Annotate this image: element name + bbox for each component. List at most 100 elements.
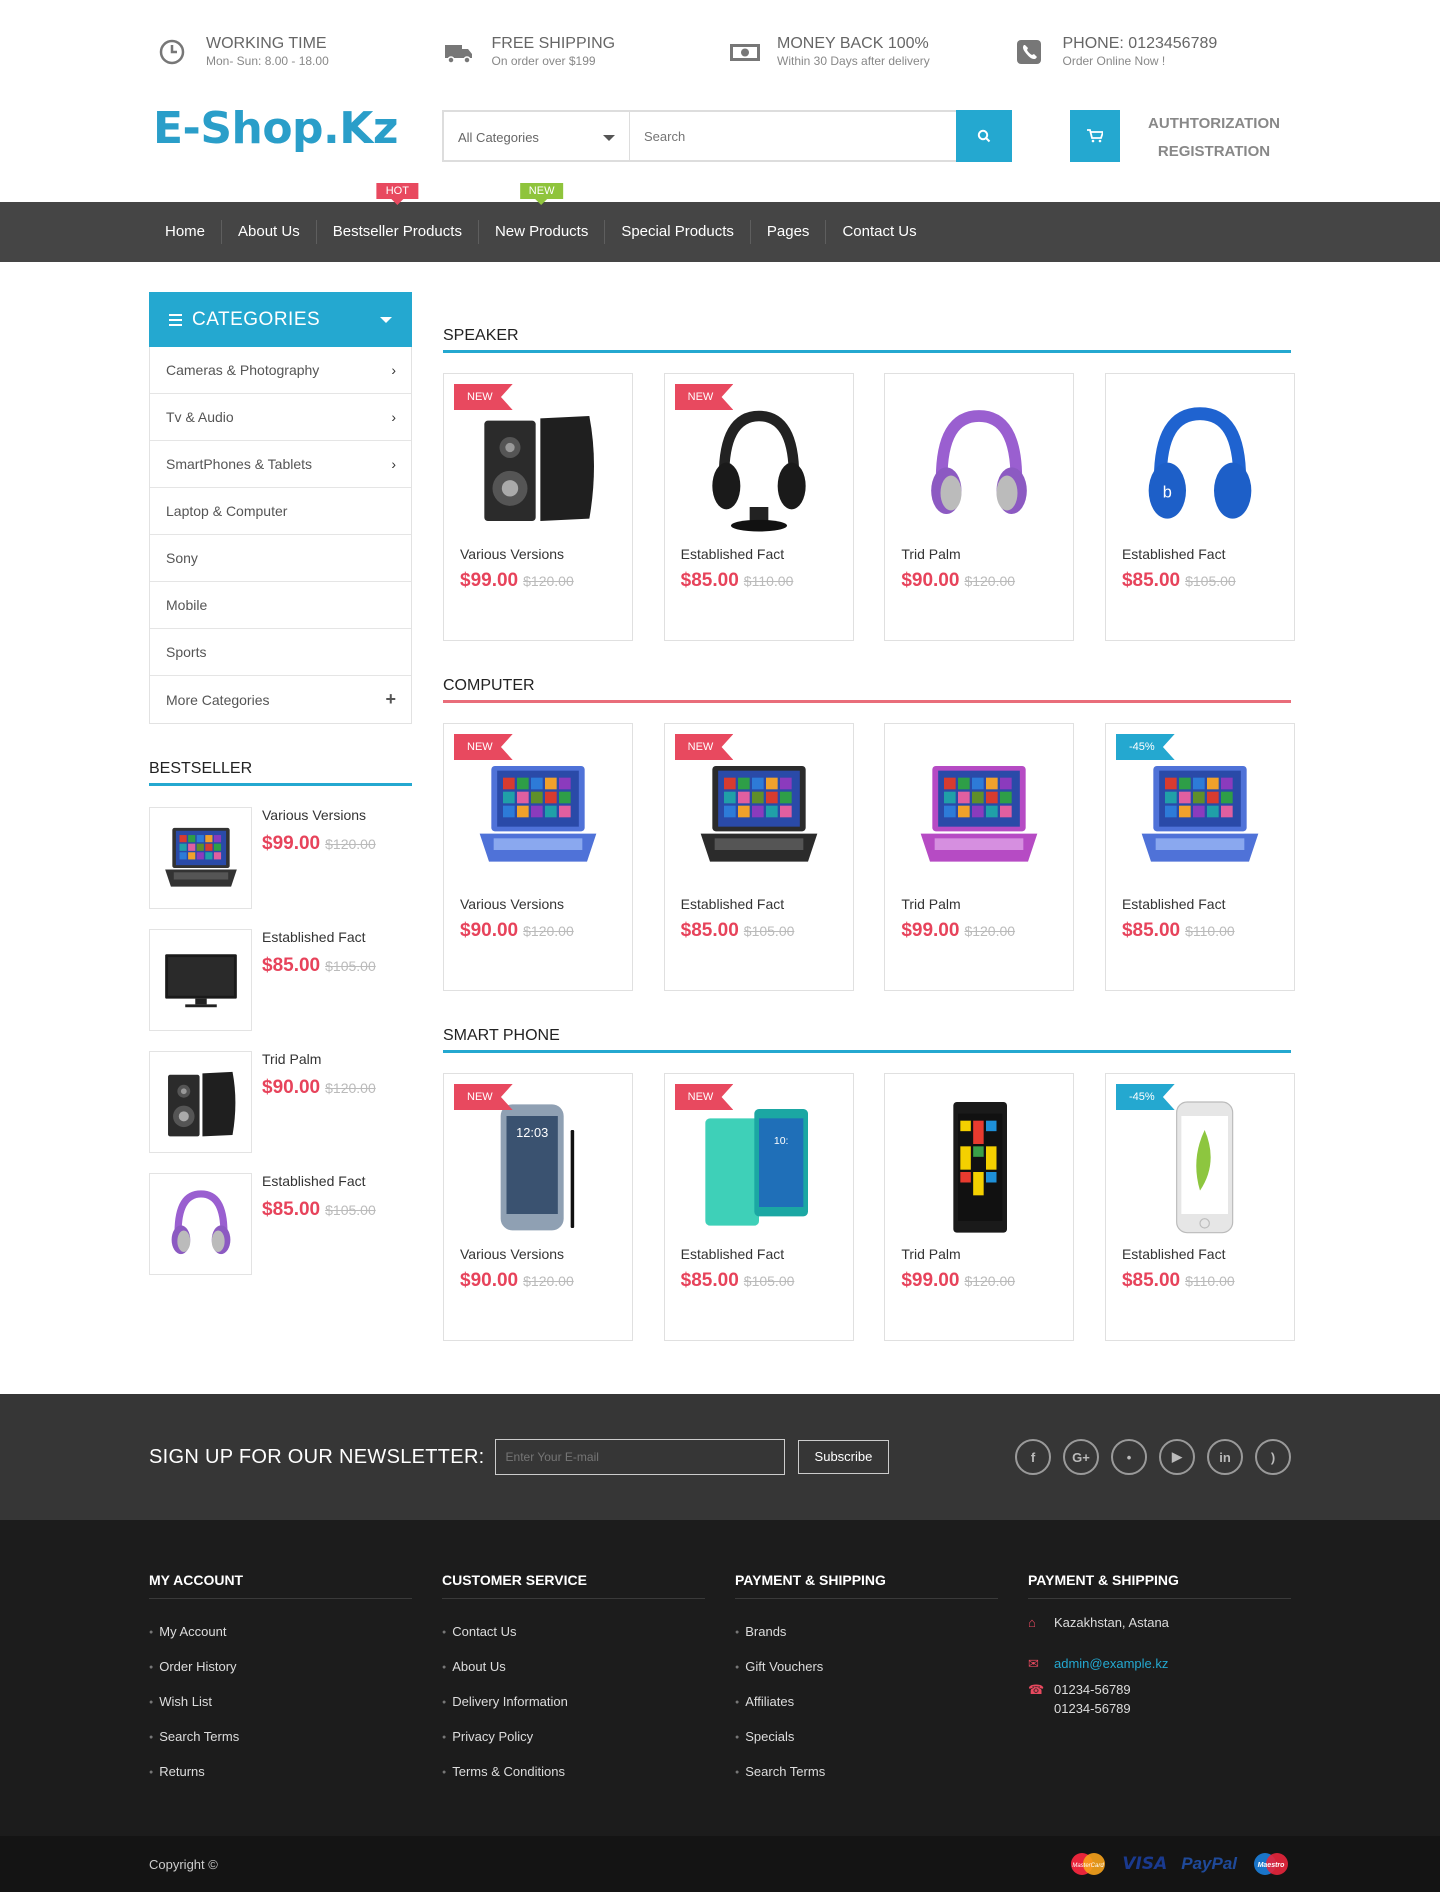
category-item[interactable]: Tv & Audio ›: [150, 394, 411, 441]
product-name[interactable]: Trid Palm: [885, 546, 1073, 562]
product-card[interactable]: NEW Established Fact $85.00 $110.00: [663, 373, 854, 641]
product-name[interactable]: Established Fact: [665, 896, 853, 912]
product-name[interactable]: Various Versions: [444, 1246, 632, 1262]
product-name[interactable]: Various Versions: [444, 896, 632, 912]
nav-item-home[interactable]: Home: [149, 220, 223, 244]
product-image[interactable]: [885, 1074, 1073, 1244]
category-item[interactable]: Sports: [150, 629, 411, 676]
nav-item-new-products[interactable]: New Products NEW: [479, 183, 606, 244]
product-name[interactable]: Established Fact: [262, 929, 376, 945]
footer-link[interactable]: About Us: [442, 1649, 705, 1684]
product-image[interactable]: [885, 374, 1073, 544]
product-card[interactable]: -45% Established Fact $85.00 $110.00: [1104, 1073, 1295, 1341]
footer-link[interactable]: Gift Vouchers: [735, 1649, 998, 1684]
nav-item-special-products[interactable]: Special Products: [605, 220, 751, 244]
newsletter-bar: SIGN UP FOR OUR NEWSLETTER: Subscribe fG…: [0, 1394, 1440, 1520]
footer-my-account: MY ACCOUNT My AccountOrder HistoryWish L…: [149, 1572, 412, 1789]
footer-link[interactable]: Terms & Conditions: [442, 1754, 705, 1789]
subscribe-button[interactable]: Subscribe: [797, 1440, 890, 1474]
footer-link[interactable]: Privacy Policy: [442, 1719, 705, 1754]
footer-heading: PAYMENT & SHIPPING: [1028, 1572, 1291, 1599]
newsletter-email-input[interactable]: [494, 1439, 785, 1475]
product-image[interactable]: b: [1106, 374, 1294, 544]
product-card[interactable]: b Established Fact $85.00 $105.00: [1104, 373, 1295, 641]
bestseller-item[interactable]: Trid Palm $90.00 $120.00: [149, 1051, 412, 1153]
twitter-icon[interactable]: •: [1111, 1439, 1147, 1475]
product-name[interactable]: Established Fact: [665, 546, 853, 562]
facebook-icon[interactable]: f: [1015, 1439, 1051, 1475]
product-thumbnail[interactable]: [149, 807, 252, 909]
bestseller-item[interactable]: Established Fact $85.00 $105.00: [149, 1173, 412, 1275]
footer-link[interactable]: My Account: [149, 1614, 412, 1649]
product-card[interactable]: NEW 10: Established Fact $85.00 $105.00: [663, 1073, 854, 1341]
product-name[interactable]: Established Fact: [1106, 1246, 1294, 1262]
categories-toggle[interactable]: CATEGORIES: [149, 292, 412, 347]
nav-item-pages[interactable]: Pages: [751, 220, 827, 244]
email-link[interactable]: admin@example.kz: [1054, 1654, 1168, 1673]
product-card[interactable]: -45% Established Fact $85.00 $110.00: [1104, 723, 1295, 991]
footer-link[interactable]: Returns: [149, 1754, 412, 1789]
product-name[interactable]: Established Fact: [1106, 546, 1294, 562]
menu-icon: [169, 311, 182, 329]
category-item[interactable]: Laptop & Computer: [150, 488, 411, 535]
bestseller-item[interactable]: Established Fact $85.00 $105.00: [149, 929, 412, 1031]
product-name[interactable]: Established Fact: [262, 1173, 376, 1189]
product-name[interactable]: Various Versions: [262, 807, 376, 823]
linkedin-icon[interactable]: in: [1207, 1439, 1243, 1475]
product-card[interactable]: Trid Palm $90.00 $120.00: [884, 373, 1075, 641]
product-name[interactable]: Trid Palm: [885, 1246, 1073, 1262]
footer-link[interactable]: Search Terms: [735, 1754, 998, 1789]
product-card[interactable]: NEW Established Fact $85.00 $105.00: [663, 723, 854, 991]
product-card[interactable]: NEW 12:03 Various Versions $90.00 $120.00: [443, 1073, 633, 1341]
info-subtitle: Mon- Sun: 8.00 - 18.00: [206, 54, 329, 68]
product-name[interactable]: Trid Palm: [885, 896, 1073, 912]
category-item[interactable]: Cameras & Photography ›: [150, 347, 411, 394]
product-name[interactable]: Established Fact: [1106, 896, 1294, 912]
footer-link[interactable]: Contact Us: [442, 1614, 705, 1649]
category-item[interactable]: More Categories +: [150, 676, 411, 723]
nav-item-contact-us[interactable]: Contact Us: [826, 220, 932, 244]
product-name[interactable]: Various Versions: [444, 546, 632, 562]
footer-link[interactable]: Brands: [735, 1614, 998, 1649]
product-name[interactable]: Established Fact: [665, 1246, 853, 1262]
price-old: $110.00: [743, 573, 794, 589]
nav-item-bestseller-products[interactable]: Bestseller Products HOT: [317, 183, 479, 244]
authorization-link[interactable]: AUTHTORIZATION: [1134, 110, 1294, 138]
category-item[interactable]: Sony: [150, 535, 411, 582]
product-thumbnail[interactable]: [149, 929, 252, 1031]
product-name[interactable]: Trid Palm: [262, 1051, 376, 1067]
product-card[interactable]: Trid Palm $99.00 $120.00: [884, 723, 1075, 991]
footer-link[interactable]: Order History: [149, 1649, 412, 1684]
product-price: $90.00 $120.00: [444, 1270, 632, 1292]
price-current: $85.00: [1121, 570, 1181, 591]
price-old: $120.00: [964, 1273, 1016, 1289]
search-input[interactable]: [630, 112, 956, 160]
footer-link[interactable]: Wish List: [149, 1684, 412, 1719]
youtube-icon[interactable]: ▶: [1159, 1439, 1195, 1475]
product-thumbnail[interactable]: [149, 1173, 252, 1275]
rss-icon[interactable]: ): [1255, 1439, 1291, 1475]
google-plus-icon[interactable]: G+: [1063, 1439, 1099, 1475]
footer-link[interactable]: Delivery Information: [442, 1684, 705, 1719]
product-price: $99.00 $120.00: [444, 570, 632, 592]
category-select[interactable]: All Categories: [444, 112, 630, 160]
footer-link[interactable]: Affiliates: [735, 1684, 998, 1719]
footer-link[interactable]: Search Terms: [149, 1719, 412, 1754]
product-thumbnail[interactable]: [149, 1051, 252, 1153]
product-card[interactable]: NEW Various Versions $90.00 $120.00: [443, 723, 633, 991]
category-item[interactable]: Mobile: [150, 582, 411, 629]
category-label: Tv & Audio: [166, 409, 234, 425]
search-button[interactable]: [956, 110, 1012, 162]
product-card[interactable]: NEW Various Versions $99.00 $120.00: [443, 373, 633, 641]
product-image[interactable]: [885, 724, 1073, 894]
cart-button[interactable]: [1070, 110, 1120, 162]
contact-phone: ☎ 01234-56789 01234-56789: [1028, 1680, 1291, 1718]
logo[interactable]: E-Shop.Kz: [153, 103, 398, 154]
product-card[interactable]: Trid Palm $99.00 $120.00: [884, 1073, 1075, 1341]
bestseller-item[interactable]: Various Versions $99.00 $120.00: [149, 807, 412, 909]
registration-link[interactable]: REGISTRATION: [1134, 138, 1294, 166]
nav-item-about-us[interactable]: About Us: [222, 220, 317, 244]
category-item[interactable]: SmartPhones & Tablets ›: [150, 441, 411, 488]
footer-link[interactable]: Specials: [735, 1719, 998, 1754]
footer-heading: CUSTOMER SERVICE: [442, 1572, 705, 1599]
